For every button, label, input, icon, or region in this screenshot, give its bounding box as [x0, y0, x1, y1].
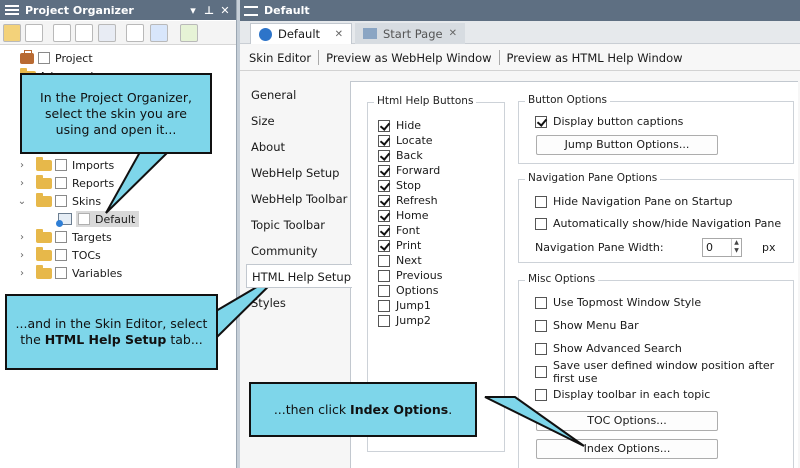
side-tab-html-help-setup[interactable]: HTML Help Setup: [246, 264, 352, 288]
callout-1-tail: [105, 151, 171, 214]
callout-text: ...then click Index Options.: [274, 402, 452, 418]
callout-3-tail: [484, 396, 585, 447]
callout-select-skin: In the Project Organizer, select the ski…: [20, 73, 212, 154]
callout-text-part: tab...: [166, 332, 203, 347]
callout-text-part: ...then click: [273, 401, 351, 417]
callout-bold-text: HTML Help Setup: [44, 332, 167, 347]
callout-text: In the Project Organizer, select the ski…: [40, 89, 192, 137]
callout-bold-text: Index Options: [350, 401, 449, 417]
callout-text-part: .: [448, 401, 453, 417]
callout-html-help-setup: ...and in the Skin Editor, select the HT…: [5, 294, 218, 370]
callout-index-options: ...then click Index Options.: [249, 382, 477, 437]
callout-text: ...and in the Skin Editor, select the HT…: [15, 316, 208, 348]
